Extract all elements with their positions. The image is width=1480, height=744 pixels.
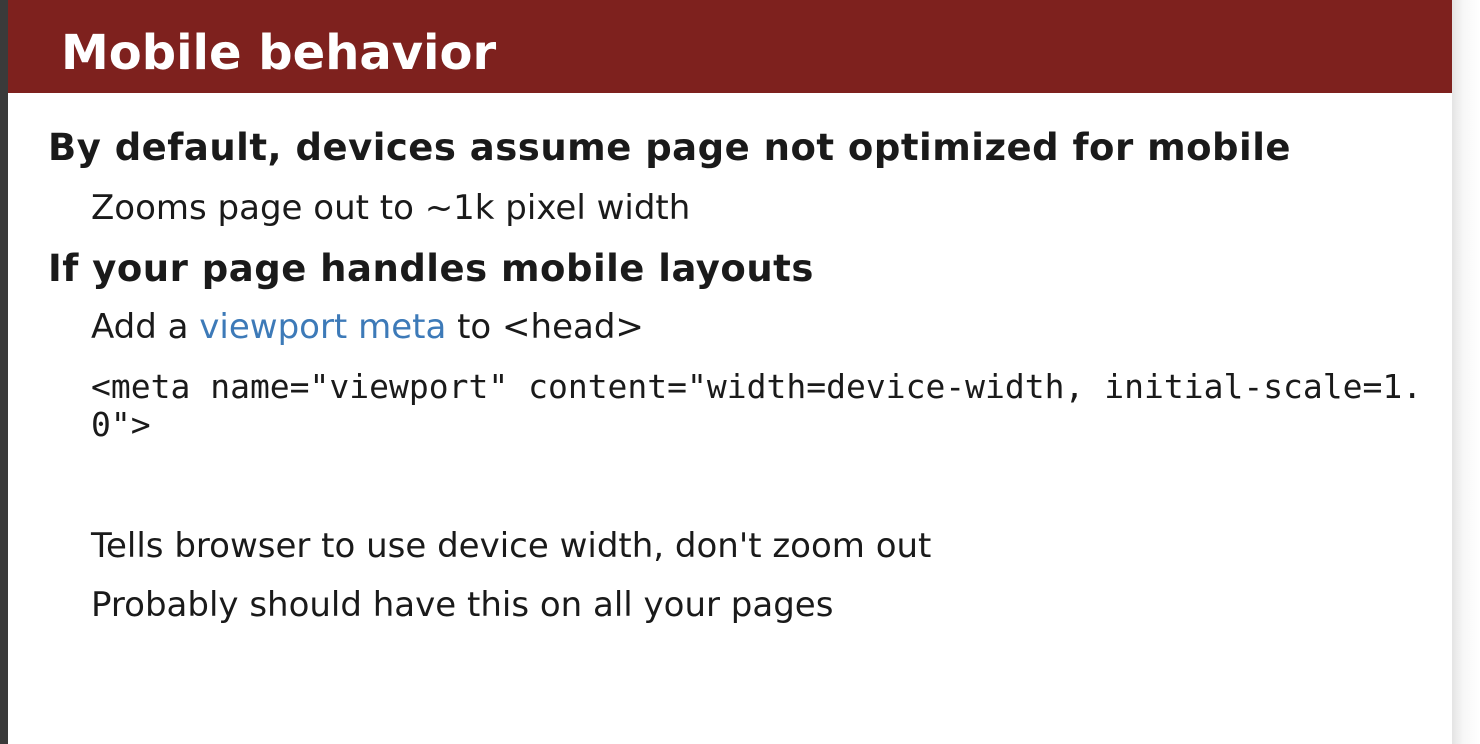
- sub-bullet-device-width: Tells browser to use device width, don't…: [91, 526, 932, 566]
- sub-bullet-prefix: Add a: [91, 307, 200, 347]
- viewport-meta-code: <meta name="viewport" content="width=dev…: [91, 367, 1423, 444]
- sub-bullet-zoom-out: Zooms page out to ~1k pixel width: [91, 188, 691, 228]
- sub-bullet-add-viewport: Add a viewport meta to <head>: [91, 307, 644, 347]
- slide-title: Mobile behavior: [61, 25, 497, 81]
- slide: Mobile behavior By default, devices assu…: [8, 0, 1452, 744]
- title-bar: Mobile behavior: [8, 0, 1452, 93]
- slide-shadow: [1452, 0, 1480, 744]
- viewport-meta-link[interactable]: viewport meta: [199, 307, 446, 347]
- bullet-mobile-layouts: If your page handles mobile layouts: [48, 247, 814, 290]
- sub-bullet-all-pages: Probably should have this on all your pa…: [91, 585, 834, 625]
- bullet-default-behavior: By default, devices assume page not opti…: [48, 126, 1292, 169]
- sub-bullet-suffix: to <head>: [446, 307, 644, 347]
- window-left-edge: [0, 0, 8, 744]
